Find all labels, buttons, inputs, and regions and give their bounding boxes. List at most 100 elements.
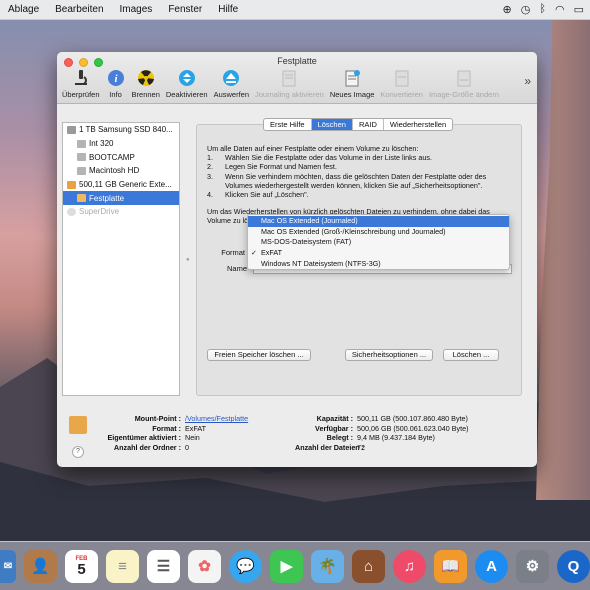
titlebar: Festplatte Überprüfen i Info Brennen Dea… xyxy=(57,52,537,104)
volume-icon xyxy=(77,139,86,148)
format-option-exfat[interactable]: ✓ ExFAT xyxy=(248,248,509,259)
menubar-status-area: ⊕ ◷ ᛒ ◠ ▭ xyxy=(503,3,584,16)
disk-utility-window: Festplatte Überprüfen i Info Brennen Dea… xyxy=(57,52,537,467)
name-label: Name xyxy=(226,264,247,273)
intro-text: Um alle Daten auf einer Festplatte oder … xyxy=(207,144,419,153)
menu-hilfe[interactable]: Hilfe xyxy=(210,4,246,15)
volume-info-left: Mount-Point :/Volumes/Festplatte Format … xyxy=(107,414,249,452)
erase-free-space-button[interactable]: Freien Speicher löschen ... xyxy=(207,349,311,361)
gear-icon: ⚙ xyxy=(525,558,540,575)
enable-journaling-button[interactable]: Journaling aktivieren xyxy=(252,68,327,102)
sidebar-item-superdrive[interactable]: SuperDrive xyxy=(63,205,179,219)
sidebar-item-int-320[interactable]: Int 320 xyxy=(63,137,179,151)
format-option-ms-dos-fat[interactable]: MS-DOS-Dateisystem (FAT) xyxy=(248,237,509,248)
sidebar-item-festplatte[interactable]: Festplatte xyxy=(63,191,179,206)
dock-notes[interactable]: ≡ xyxy=(106,549,139,583)
dock-app-store[interactable]: A xyxy=(475,549,508,583)
step-2: Legen Sie Format und Namen fest. xyxy=(225,162,337,172)
external-volume-large-icon xyxy=(69,416,87,434)
menu-ablage[interactable]: Ablage xyxy=(0,4,47,15)
wifi-icon[interactable]: ◠ xyxy=(555,3,565,16)
dock-facetime[interactable]: ▶ xyxy=(270,549,303,583)
window-title: Festplatte xyxy=(277,56,317,66)
dock-iphoto[interactable]: 🌴 xyxy=(311,549,344,583)
split-view-handle[interactable]: ● xyxy=(186,257,190,263)
erase-instructions: Um alle Daten auf einer Festplatte oder … xyxy=(207,144,513,199)
battery-icon[interactable]: ▭ xyxy=(574,3,584,16)
sidebar-item-generic-external[interactable]: 500,11 GB Generic Exte... xyxy=(63,178,179,192)
sidebar-item-macintosh-hd[interactable]: Macintosh HD xyxy=(63,164,179,178)
burn-button[interactable]: Brennen xyxy=(129,68,163,102)
new-image-button[interactable]: Neues Image xyxy=(327,68,378,102)
tab-erase[interactable]: Löschen xyxy=(311,119,353,130)
sidebar-item-bootcamp[interactable]: BOOTCAMP xyxy=(63,150,179,164)
backup-icon[interactable]: ◷ xyxy=(521,3,531,16)
step-1: Wählen Sie die Festplatte oder das Volum… xyxy=(225,153,432,163)
notes-icon: ≡ xyxy=(118,557,127,575)
dock-calendar[interactable]: FEB 5 xyxy=(65,549,98,583)
dock: ✉ 👤 FEB 5 ≡ ☰ ✿ 💬 ▶ 🌴 ⌂ ♫ 📖 A ⚙ Q xyxy=(0,541,590,590)
sidebar-item-samsung-ssd[interactable]: 1 TB Samsung SSD 840... xyxy=(63,123,179,137)
eject-icon xyxy=(221,68,241,88)
messages-icon: 💬 xyxy=(236,558,255,575)
dock-mail[interactable]: ✉ xyxy=(0,549,16,583)
step-3: Wenn Sie verhindern möchten, dass die ge… xyxy=(225,171,487,190)
app-store-icon: A xyxy=(486,557,497,575)
iphoto-icon: 🌴 xyxy=(318,558,337,575)
microscope-icon xyxy=(71,68,91,88)
dock-quicktime[interactable]: Q xyxy=(557,549,590,583)
dock-itunes[interactable]: ♫ xyxy=(393,549,426,583)
toolbar-overflow-icon[interactable]: » xyxy=(524,74,531,88)
help-button[interactable]: ? xyxy=(72,446,84,458)
internal-disk-icon xyxy=(67,125,76,134)
mount-point-link[interactable]: /Volumes/Festplatte xyxy=(185,414,248,424)
folder-count-value: 0 xyxy=(185,442,189,452)
resize-image-button[interactable]: Image-Größe ändern xyxy=(426,68,502,102)
convert-icon xyxy=(392,68,412,88)
tab-raid[interactable]: RAID xyxy=(353,119,384,130)
format-label: Format xyxy=(221,248,245,257)
dock-reminders[interactable]: ☰ xyxy=(147,549,180,583)
erase-button[interactable]: Löschen ... xyxy=(443,349,499,361)
verify-button[interactable]: Überprüfen xyxy=(59,68,103,102)
owners-enabled-value: Nein xyxy=(185,433,200,443)
device-list: 1 TB Samsung SSD 840... Int 320 BOOTCAMP… xyxy=(62,122,180,396)
tab-first-aid[interactable]: Erste Hilfe xyxy=(264,119,312,130)
format-option-ntfs-3g[interactable]: Windows NT Dateisystem (NTFS-3G) xyxy=(248,259,509,270)
bluetooth-icon[interactable]: ᛒ xyxy=(539,3,546,16)
notification-icon[interactable]: ⊕ xyxy=(503,3,512,16)
itunes-icon: ♫ xyxy=(403,557,416,575)
dock-ibooks[interactable]: 📖 xyxy=(434,549,467,583)
dock-keynote[interactable]: ⌂ xyxy=(352,549,385,583)
facetime-icon: ▶ xyxy=(280,558,293,575)
convert-button[interactable]: Konvertieren xyxy=(377,68,426,102)
checkmark-icon: ✓ xyxy=(251,248,258,258)
photos-icon: ✿ xyxy=(198,558,211,575)
burn-icon xyxy=(136,68,156,88)
security-options-button[interactable]: Sicherheitsoptionen ... xyxy=(345,349,433,361)
optical-drive-icon xyxy=(67,207,76,216)
external-volume-icon xyxy=(77,194,86,203)
menu-bearbeiten[interactable]: Bearbeiten xyxy=(47,4,111,15)
available-value: 500,06 GB (500.061.623.040 Byte) xyxy=(357,423,469,433)
format-option-mac-os-extended-journaled[interactable]: Mac OS Extended (Journaled) xyxy=(248,216,509,227)
unmount-button[interactable]: Deaktivieren xyxy=(163,68,211,102)
quicktime-icon: Q xyxy=(567,557,580,575)
format-dropdown-menu[interactable]: Mac OS Extended (Journaled) Mac OS Exten… xyxy=(247,214,510,270)
resize-image-icon xyxy=(454,68,474,88)
volume-icon xyxy=(77,153,86,162)
menu-images[interactable]: Images xyxy=(112,4,161,15)
tab-restore[interactable]: Wiederherstellen xyxy=(384,119,452,130)
external-disk-icon xyxy=(67,180,76,189)
eject-button[interactable]: Auswerfen xyxy=(211,68,252,102)
dock-messages[interactable]: 💬 xyxy=(229,549,262,583)
dock-contacts[interactable]: 👤 xyxy=(24,549,57,583)
dock-system-preferences[interactable]: ⚙ xyxy=(516,549,549,583)
keynote-icon: ⌂ xyxy=(363,557,374,575)
file-count-value: 72 xyxy=(357,442,365,452)
dock-photos[interactable]: ✿ xyxy=(188,549,221,583)
info-button[interactable]: i Info xyxy=(103,68,129,102)
format-option-mac-os-extended-case-sensitive[interactable]: Mac OS Extended (Groß-/Kleinschreibung u… xyxy=(248,227,509,238)
reminders-icon: ☰ xyxy=(156,558,171,575)
menu-fenster[interactable]: Fenster xyxy=(160,4,210,15)
